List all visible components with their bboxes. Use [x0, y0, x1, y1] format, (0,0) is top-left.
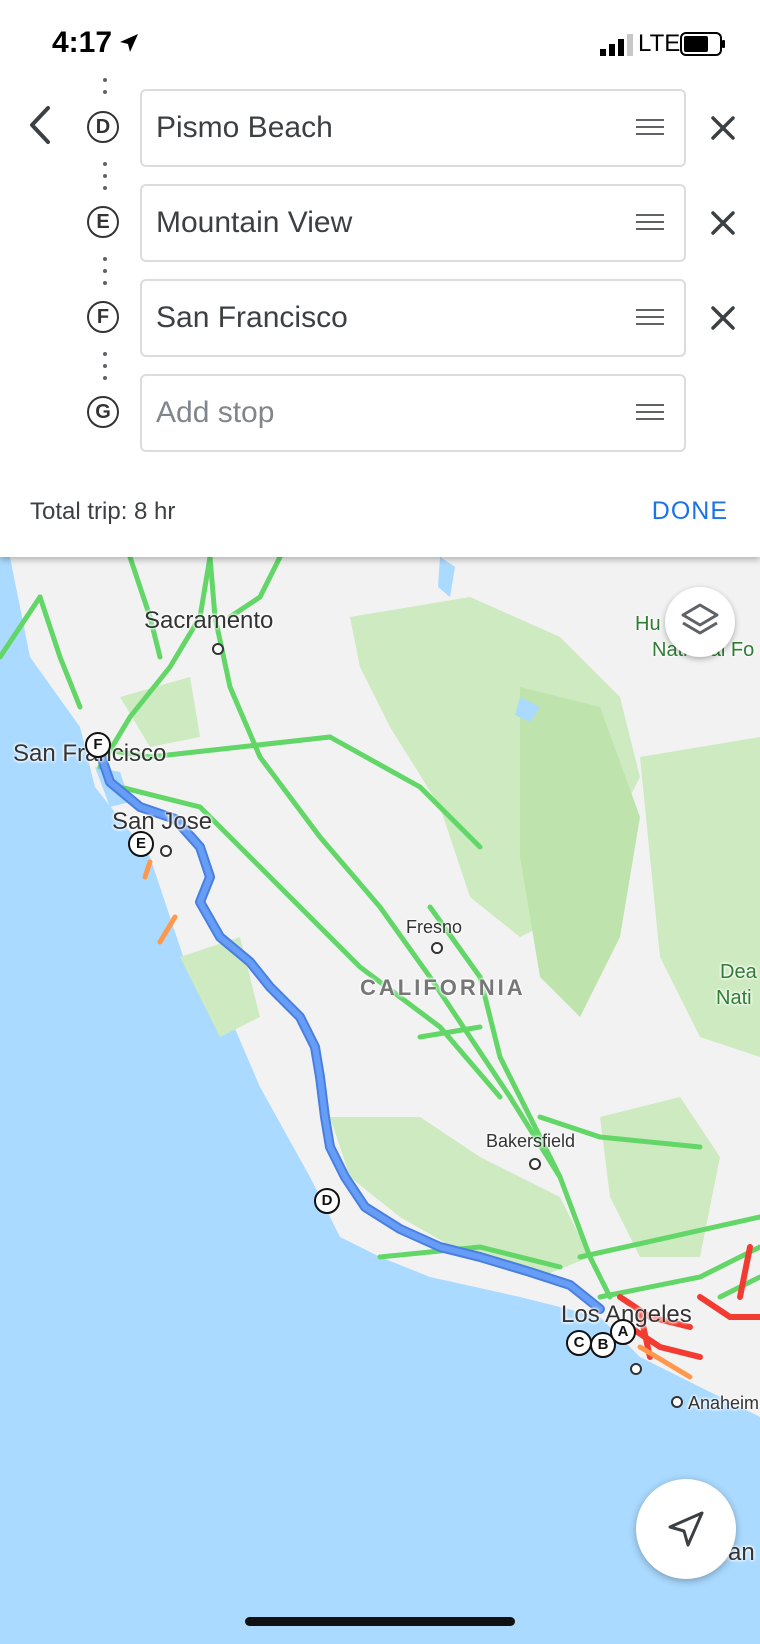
- total-trip-time: Total trip: 8 hr: [30, 498, 176, 525]
- home-indicator[interactable]: [245, 1617, 515, 1626]
- map-label-california: CALIFORNIA: [360, 975, 526, 1000]
- map-label-san-jose: San Jose: [112, 808, 213, 835]
- navigate-button[interactable]: [636, 1479, 736, 1579]
- map-label-sacramento: Sacramento: [144, 607, 274, 634]
- stop-row-f: F San Francisco: [0, 279, 760, 359]
- map-view[interactable]: Sacramento San Francisco San Jose Fresno…: [0, 557, 760, 1644]
- stop-row-d: D Pismo Beach: [0, 89, 760, 169]
- status-bar: 4:17 LTE: [0, 0, 760, 88]
- stop-letter-f: F: [87, 301, 119, 333]
- stop-input-f[interactable]: San Francisco: [140, 279, 686, 357]
- network-type: LTE: [638, 30, 681, 57]
- drag-handle-icon[interactable]: [636, 309, 664, 329]
- map-label-death-valley-partial: Dea: [720, 961, 757, 983]
- stop-input-d[interactable]: Pismo Beach: [140, 89, 686, 167]
- route-marker-e[interactable]: E: [128, 831, 154, 857]
- map-label-national-park-partial: Nati: [716, 987, 752, 1009]
- map-label-bakersfield: Bakersfield: [486, 1131, 576, 1151]
- map-label-fresno: Fresno: [406, 917, 463, 937]
- stop-letter-d: D: [87, 111, 119, 143]
- map-label-anaheim: Anaheim: [688, 1393, 760, 1413]
- route-marker-f[interactable]: F: [85, 732, 111, 758]
- stop-input-e[interactable]: Mountain View: [140, 184, 686, 262]
- stop-input-d-value: Pismo Beach: [156, 111, 333, 144]
- route-marker-c[interactable]: C: [566, 1330, 592, 1356]
- stop-row-e: E Mountain View: [0, 184, 760, 264]
- drag-handle-icon[interactable]: [636, 119, 664, 139]
- close-icon[interactable]: [705, 300, 741, 336]
- stop-letter-e: E: [87, 206, 119, 238]
- layers-button[interactable]: [665, 587, 735, 657]
- add-stop-placeholder: Add stop: [156, 396, 275, 429]
- layers-icon: [681, 603, 719, 635]
- close-icon[interactable]: [705, 205, 741, 241]
- location-arrow-icon: [120, 34, 138, 52]
- route-marker-d[interactable]: D: [314, 1188, 340, 1214]
- stop-input-e-value: Mountain View: [156, 206, 353, 239]
- stop-input-f-value: San Francisco: [156, 301, 348, 334]
- status-time: 4:17: [52, 26, 113, 59]
- add-stop-input[interactable]: Add stop: [140, 374, 686, 452]
- done-button[interactable]: DONE: [652, 497, 728, 526]
- navigation-arrow-icon: [668, 1511, 704, 1547]
- stop-row-g: G Add stop: [0, 374, 760, 454]
- signal-icon: [600, 34, 633, 56]
- directions-panel: 4:17 LTE D Pismo Beach E Mountain View F…: [0, 0, 760, 557]
- drag-handle-icon[interactable]: [636, 214, 664, 234]
- battery-icon: [680, 32, 725, 56]
- close-icon[interactable]: [705, 110, 741, 146]
- stop-letter-g: G: [87, 396, 119, 428]
- route-marker-a[interactable]: A: [610, 1319, 636, 1345]
- drag-handle-icon[interactable]: [636, 404, 664, 424]
